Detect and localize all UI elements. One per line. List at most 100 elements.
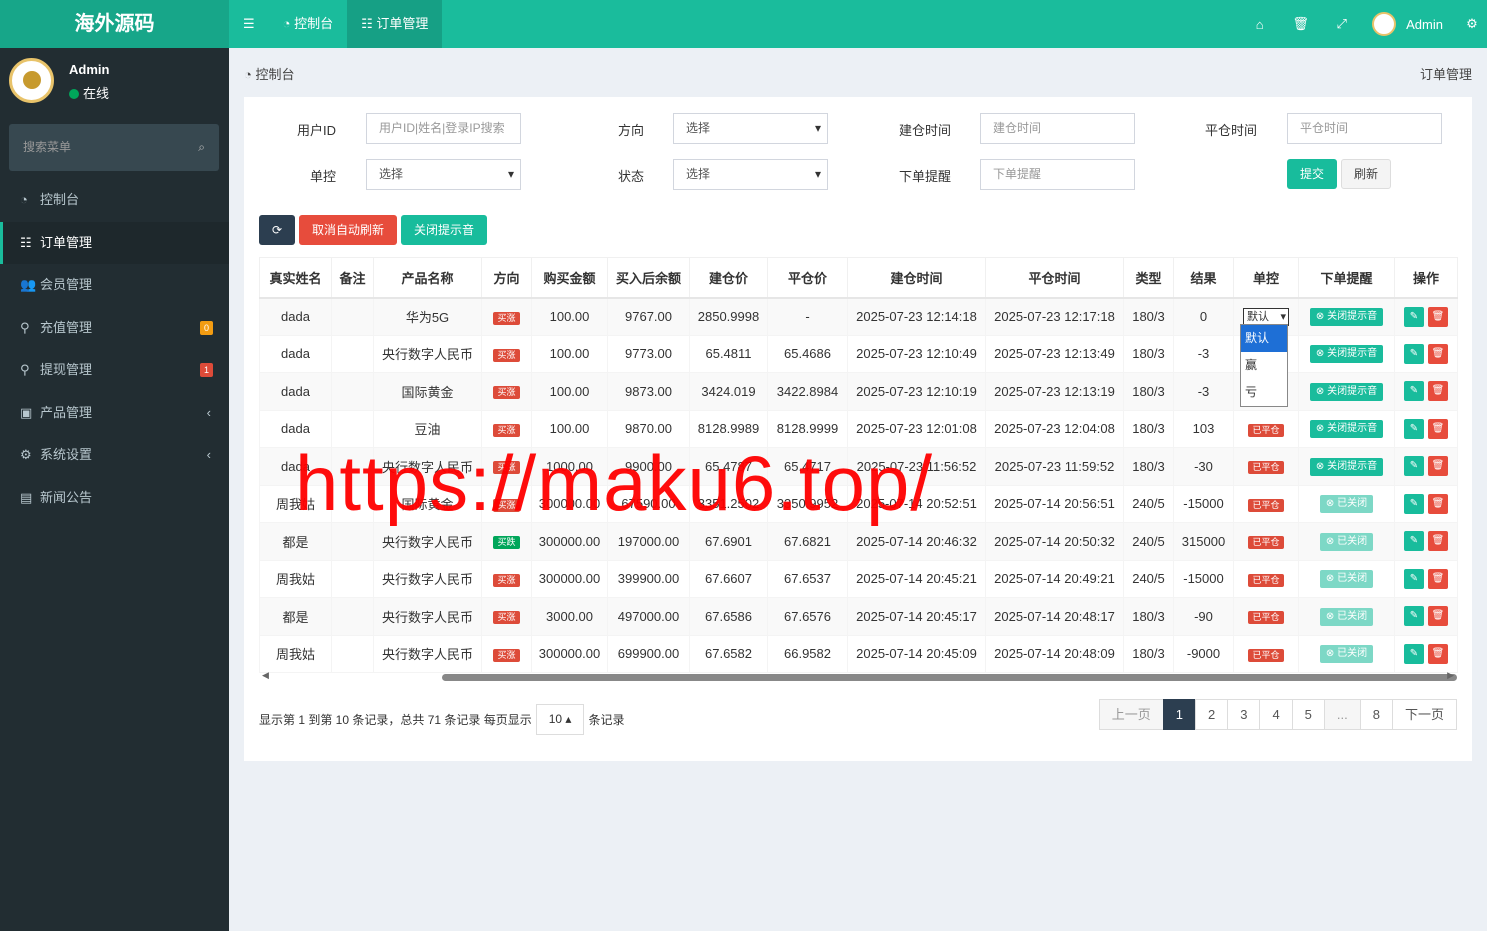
edit-icon[interactable]: ✎ <box>1404 493 1424 514</box>
edit-icon[interactable]: ✎ <box>1404 643 1424 664</box>
reminder-button[interactable]: ⊗ 已关闭 <box>1319 570 1374 589</box>
scrollbar-thumb[interactable] <box>442 674 1457 681</box>
page-button[interactable]: 2 <box>1194 699 1229 730</box>
dropdown-option-lose[interactable]: 亏 <box>1241 379 1287 406</box>
cell-type: 240/5 <box>1123 484 1174 523</box>
control-select[interactable]: 选择 <box>366 159 521 190</box>
edit-icon[interactable]: ✎ <box>1404 531 1424 552</box>
mute-sound-button[interactable]: 关闭提示音 <box>401 215 487 245</box>
page-button[interactable]: 5 <box>1291 699 1325 730</box>
open-time-input[interactable]: 建仓时间 <box>980 113 1135 144</box>
column-header[interactable]: 产品名称 <box>373 257 482 299</box>
scroll-right-icon[interactable]: ▶ <box>1447 670 1454 681</box>
column-header[interactable]: 买入后余额 <box>607 257 690 299</box>
gear-icon[interactable]: ⚙ <box>1457 16 1487 32</box>
reminder-button[interactable]: ⊗ 关闭提示音 <box>1309 382 1384 401</box>
prev-page-button[interactable]: 上一页 <box>1098 699 1164 730</box>
edit-icon[interactable]: ✎ <box>1404 381 1424 402</box>
edit-icon[interactable]: ✎ <box>1404 306 1424 327</box>
reminder-button[interactable]: ⊗ 已关闭 <box>1319 532 1374 551</box>
reminder-button[interactable]: ⊗ 关闭提示音 <box>1309 308 1384 326</box>
cell-name: dada <box>259 372 332 411</box>
column-header[interactable]: 下单提醒 <box>1298 257 1395 299</box>
dropdown-option-win[interactable]: 赢 <box>1241 352 1287 379</box>
delete-icon[interactable]: 🗑 <box>1428 493 1448 514</box>
sidebar-item-withdraw[interactable]: ⚲ 提现管理 1 <box>0 349 229 392</box>
column-header[interactable]: 结果 <box>1173 257 1234 299</box>
scroll-left-icon[interactable]: ◀ <box>262 670 269 681</box>
tab-order-management[interactable]: ☷ 订单管理 <box>347 0 443 48</box>
reminder-button[interactable]: ⊗ 已关闭 <box>1319 607 1374 626</box>
column-header[interactable]: 购买金额 <box>531 257 608 299</box>
status-select[interactable]: 选择 <box>673 159 828 190</box>
delete-icon[interactable]: 🗑 <box>1428 568 1448 589</box>
reminder-button[interactable]: ⊗ 关闭提示音 <box>1309 457 1384 476</box>
delete-icon[interactable]: 🗑 <box>1428 306 1448 327</box>
column-header[interactable]: 方向 <box>481 257 532 299</box>
submit-button[interactable]: 提交 <box>1287 159 1337 189</box>
next-page-button[interactable]: 下一页 <box>1391 699 1457 730</box>
horizontal-scrollbar[interactable]: ◀ ▶ <box>259 670 1457 684</box>
page-button[interactable]: 8 <box>1359 699 1393 730</box>
delete-icon[interactable]: 🗑 <box>1428 418 1448 439</box>
sidebar-item-products[interactable]: ▣ 产品管理 ‹ <box>0 392 229 435</box>
page-button[interactable]: 3 <box>1227 699 1261 730</box>
column-header[interactable]: 真实姓名 <box>259 257 332 299</box>
direction-select[interactable]: 选择 <box>673 113 828 144</box>
delete-icon[interactable]: 🗑 <box>1428 643 1448 664</box>
cancel-auto-refresh-button[interactable]: 取消自动刷新 <box>299 215 397 245</box>
fullscreen-icon[interactable]: ⤢ <box>1321 16 1362 32</box>
edit-icon[interactable]: ✎ <box>1404 456 1424 477</box>
column-header[interactable]: 备注 <box>331 257 374 299</box>
user-id-input[interactable]: 用户ID|姓名|登录IP搜索 <box>366 113 521 144</box>
menu-toggle-button[interactable]: ☰ <box>229 0 269 48</box>
dropdown-option-default[interactable]: 默认 <box>1241 325 1287 352</box>
user-menu[interactable]: Admin <box>1406 17 1443 32</box>
close-time-input[interactable]: 平仓时间 <box>1287 113 1442 144</box>
trash-icon[interactable]: 🗑 <box>1280 16 1321 32</box>
page-button[interactable]: ... <box>1323 699 1361 730</box>
refresh-button[interactable]: ⟳ <box>259 215 295 245</box>
reset-button[interactable]: 刷新 <box>1341 159 1391 189</box>
edit-icon[interactable]: ✎ <box>1404 568 1424 589</box>
page-button[interactable]: 1 <box>1162 699 1196 730</box>
column-header[interactable]: 建仓价 <box>689 257 768 299</box>
reminder-button[interactable]: ⊗ 已关闭 <box>1319 495 1374 514</box>
sidebar-item-members[interactable]: 👥 会员管理 <box>0 264 229 307</box>
delete-icon[interactable]: 🗑 <box>1428 381 1448 402</box>
edit-icon[interactable]: ✎ <box>1404 606 1424 627</box>
control-select[interactable]: 默认 ▾ <box>1243 307 1289 326</box>
home-icon[interactable]: ⌂ <box>1239 17 1280 32</box>
cell-otime: 2025-07-14 20:45:09 <box>847 634 986 673</box>
close-circle-icon: ⊗ <box>1315 348 1328 360</box>
brand-logo[interactable]: 海外源码 <box>0 0 229 48</box>
reminder-button[interactable]: ⊗ 已关闭 <box>1319 645 1374 664</box>
breadcrumb[interactable]: ◔ 控制台 <box>244 64 294 83</box>
search-icon[interactable]: ⌕ <box>198 124 205 171</box>
delete-icon[interactable]: 🗑 <box>1428 456 1448 477</box>
reminder-button[interactable]: ⊗ 关闭提示音 <box>1309 420 1384 439</box>
sidebar-item-orders[interactable]: ☷ 订单管理 <box>0 221 229 264</box>
reminder-button[interactable]: ⊗ 关闭提示音 <box>1309 345 1384 364</box>
column-header[interactable]: 单控 <box>1233 257 1299 299</box>
edit-icon[interactable]: ✎ <box>1404 418 1424 439</box>
avatar[interactable] <box>1372 12 1397 36</box>
delete-icon[interactable]: 🗑 <box>1428 606 1448 627</box>
sidebar-item-recharge[interactable]: ⚲ 充值管理 0 <box>0 307 229 350</box>
page-button[interactable]: 4 <box>1259 699 1293 730</box>
sidebar-item-news[interactable]: ▤ 新闻公告 <box>0 477 229 520</box>
edit-icon[interactable]: ✎ <box>1404 343 1424 364</box>
delete-icon[interactable]: 🗑 <box>1428 531 1448 552</box>
column-header[interactable]: 平仓价 <box>767 257 848 299</box>
page-size-select[interactable]: 10 ▴ <box>535 704 585 735</box>
sidebar-item-dashboard[interactable]: ◔ 控制台 <box>0 179 229 222</box>
column-header[interactable]: 操作 <box>1394 257 1458 299</box>
search-input[interactable]: 搜索菜单 ⌕ <box>9 124 219 171</box>
column-header[interactable]: 建仓时间 <box>847 257 986 299</box>
delete-icon[interactable]: 🗑 <box>1428 343 1448 364</box>
column-header[interactable]: 平仓时间 <box>985 257 1124 299</box>
sidebar-item-settings[interactable]: ⚙ 系统设置 ‹ <box>0 434 229 477</box>
column-header[interactable]: 类型 <box>1123 257 1174 299</box>
tab-dashboard[interactable]: ◔ 控制台 <box>269 0 347 48</box>
reminder-input[interactable]: 下单提醒 <box>980 159 1135 190</box>
